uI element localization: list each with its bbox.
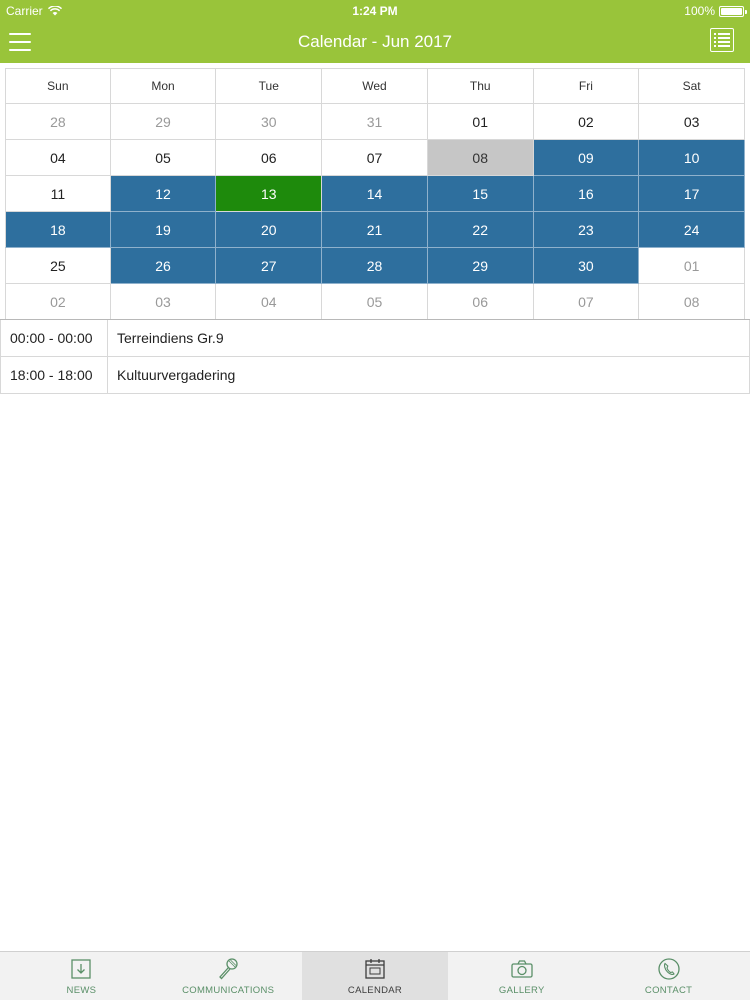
day-cell-other[interactable]: 06: [427, 284, 534, 320]
day-cell-event[interactable]: 21: [322, 212, 428, 248]
day-cell-event[interactable]: 19: [110, 212, 217, 248]
day-cell-event[interactable]: 27: [216, 248, 323, 284]
day-cell-other[interactable]: 29: [110, 104, 217, 140]
day-cell-normal[interactable]: 01: [427, 104, 534, 140]
tab-gallery[interactable]: GALLERY: [448, 952, 595, 1000]
tab-calendar[interactable]: CALENDAR: [301, 952, 449, 1000]
day-cell-event[interactable]: 30: [533, 248, 640, 284]
day-cell-event[interactable]: 26: [110, 248, 217, 284]
calendar-body: 28 29 30 31 01 02 03 04 05 06 07 08 09 10 11 12 13 14 15 16…: [5, 104, 745, 320]
event-list: 00:00 - 00:00 Terreindiens Gr.9 18:00 - 18…: [0, 319, 750, 394]
day-cell-other[interactable]: 02: [5, 284, 111, 320]
calendar-week-row: 25 26 27 28 29 30 01: [5, 248, 745, 284]
status-bar: Carrier 1:24 PM 100%: [0, 0, 750, 22]
event-row[interactable]: 18:00 - 18:00 Kultuurvergadering: [0, 357, 750, 394]
weekday-label: Thu: [427, 68, 534, 104]
app-root: Carrier 1:24 PM 100% Calendar - Jun 2017…: [0, 0, 750, 1000]
calendar-icon: [362, 956, 388, 982]
calendar-week-row: 11 12 13 14 15 16 17: [5, 176, 745, 212]
day-cell-event[interactable]: 17: [639, 176, 745, 212]
day-cell-event[interactable]: 22: [427, 212, 534, 248]
day-cell-event[interactable]: 29: [427, 248, 534, 284]
weekday-header: Sun Mon Tue Wed Thu Fri Sat: [5, 68, 745, 104]
day-cell-event[interactable]: 24: [639, 212, 745, 248]
weekday-label: Wed: [322, 68, 428, 104]
tab-contact[interactable]: CONTACT: [595, 952, 742, 1000]
event-time: 00:00 - 00:00: [0, 320, 108, 356]
day-cell-other[interactable]: 28: [5, 104, 111, 140]
day-cell-today[interactable]: 13: [216, 176, 323, 212]
event-name: Terreindiens Gr.9: [108, 320, 750, 356]
microphone-icon: [215, 956, 241, 982]
status-time: 1:24 PM: [352, 4, 398, 18]
tab-news[interactable]: NEWS: [8, 952, 155, 1000]
phone-icon: [656, 956, 682, 982]
event-row[interactable]: 00:00 - 00:00 Terreindiens Gr.9: [0, 320, 750, 357]
day-cell-event[interactable]: 12: [110, 176, 217, 212]
day-cell-other[interactable]: 31: [322, 104, 428, 140]
day-cell-normal[interactable]: 03: [639, 104, 745, 140]
day-cell-event[interactable]: 15: [427, 176, 534, 212]
weekday-label: Sat: [639, 68, 745, 104]
day-cell-event[interactable]: 20: [216, 212, 323, 248]
day-cell-normal[interactable]: 04: [5, 140, 111, 176]
event-time: 18:00 - 18:00: [0, 357, 108, 393]
day-cell-other[interactable]: 08: [639, 284, 745, 320]
battery-percent: 100%: [684, 4, 715, 18]
page-title: Calendar - Jun 2017: [297, 32, 453, 51]
tab-label: GALLERY: [498, 985, 545, 996]
day-cell-other[interactable]: 05: [322, 284, 428, 320]
tab-label: COMMUNICATIONS: [182, 985, 275, 996]
day-cell-normal[interactable]: 06: [216, 140, 323, 176]
tab-communications[interactable]: COMMUNICATIONS: [155, 952, 302, 1000]
day-cell-other[interactable]: 01: [639, 248, 745, 284]
day-cell-event[interactable]: 16: [533, 176, 640, 212]
day-cell-selected[interactable]: 08: [427, 140, 534, 176]
battery-indicator: 100%: [684, 4, 747, 18]
day-cell-event[interactable]: 18: [5, 212, 111, 248]
day-cell-event[interactable]: 28: [322, 248, 428, 284]
day-cell-event[interactable]: 14: [322, 176, 428, 212]
day-cell-normal[interactable]: 25: [5, 248, 111, 284]
month-calendar: Sun Mon Tue Wed Thu Fri Sat 28 29 30 31 01 02 03 04 05…: [5, 68, 745, 320]
top-bar: Carrier 1:24 PM 100% Calendar - Jun 2017: [0, 0, 750, 63]
tab-label: NEWS: [66, 985, 97, 996]
weekday-label: Tue: [216, 68, 323, 104]
day-cell-normal[interactable]: 11: [5, 176, 111, 212]
news-icon: [68, 956, 94, 982]
weekday-label: Fri: [533, 68, 640, 104]
camera-icon: [509, 956, 535, 982]
calendar-week-row: 28 29 30 31 01 02 03: [5, 104, 745, 140]
event-name: Kultuurvergadering: [108, 357, 750, 393]
day-cell-normal[interactable]: 02: [533, 104, 640, 140]
battery-icon: [719, 5, 747, 17]
day-cell-other[interactable]: 04: [216, 284, 323, 320]
tab-label: CONTACT: [644, 985, 693, 996]
calendar-week-row: 04 05 06 07 08 09 10: [5, 140, 745, 176]
day-cell-event[interactable]: 09: [533, 140, 640, 176]
weekday-label: Sun: [5, 68, 111, 104]
list-view-icon[interactable]: [710, 28, 734, 52]
weekday-label: Mon: [110, 68, 217, 104]
day-cell-other[interactable]: 07: [533, 284, 640, 320]
calendar-week-row: 18 19 20 21 22 23 24: [5, 212, 745, 248]
day-cell-event[interactable]: 23: [533, 212, 640, 248]
day-cell-normal[interactable]: 07: [322, 140, 428, 176]
bottom-tab-bar: NEWS COMMUNICATIONS CALENDAR GALLERY CONTACT: [0, 951, 750, 1000]
day-cell-event[interactable]: 10: [639, 140, 745, 176]
day-cell-normal[interactable]: 05: [110, 140, 217, 176]
nav-bar: Calendar - Jun 2017: [0, 22, 750, 63]
day-cell-other[interactable]: 30: [216, 104, 323, 140]
calendar-week-row: 02 03 04 05 06 07 08: [5, 284, 745, 320]
day-cell-other[interactable]: 03: [110, 284, 217, 320]
tab-label: CALENDAR: [347, 985, 403, 996]
